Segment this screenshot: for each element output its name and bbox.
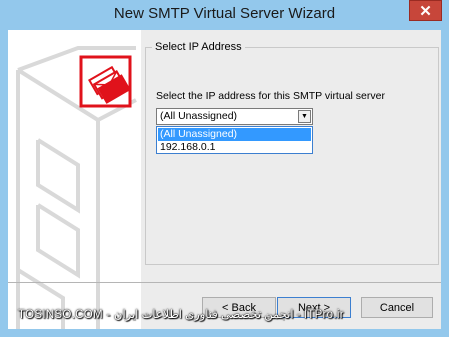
ip-dropdown-list[interactable]: (All Unassigned) 192.168.0.1: [156, 126, 313, 154]
cancel-button[interactable]: Cancel: [361, 297, 433, 318]
ip-address-select[interactable]: (All Unassigned) ▼: [156, 108, 313, 125]
ip-option-all-unassigned[interactable]: (All Unassigned): [158, 128, 311, 141]
groupbox-label: Select IP Address: [152, 41, 245, 53]
chevron-down-icon[interactable]: ▼: [298, 110, 311, 123]
selected-ip-value: (All Unassigned): [160, 110, 238, 122]
close-button[interactable]: ✕: [409, 0, 442, 21]
wizard-side-image: [8, 30, 141, 330]
ip-prompt-label: Select the IP address for this SMTP virt…: [156, 90, 385, 102]
title-bar[interactable]: New SMTP Virtual Server Wizard ✕: [0, 0, 449, 30]
close-icon: ✕: [419, 2, 432, 20]
ip-address-groupbox: [145, 47, 439, 265]
server-illustration: [16, 46, 137, 330]
mail-icon: [79, 55, 132, 108]
wizard-window: New SMTP Virtual Server Wizard ✕ Select …: [0, 0, 449, 337]
watermark-text: TOSINSO.COM - انجمن تخصصی فناوری اطلاعات…: [18, 309, 344, 321]
footer-separator: [8, 282, 441, 283]
ip-option-192-168-0-1[interactable]: 192.168.0.1: [158, 141, 311, 154]
window-title: New SMTP Virtual Server Wizard: [113, 5, 336, 22]
